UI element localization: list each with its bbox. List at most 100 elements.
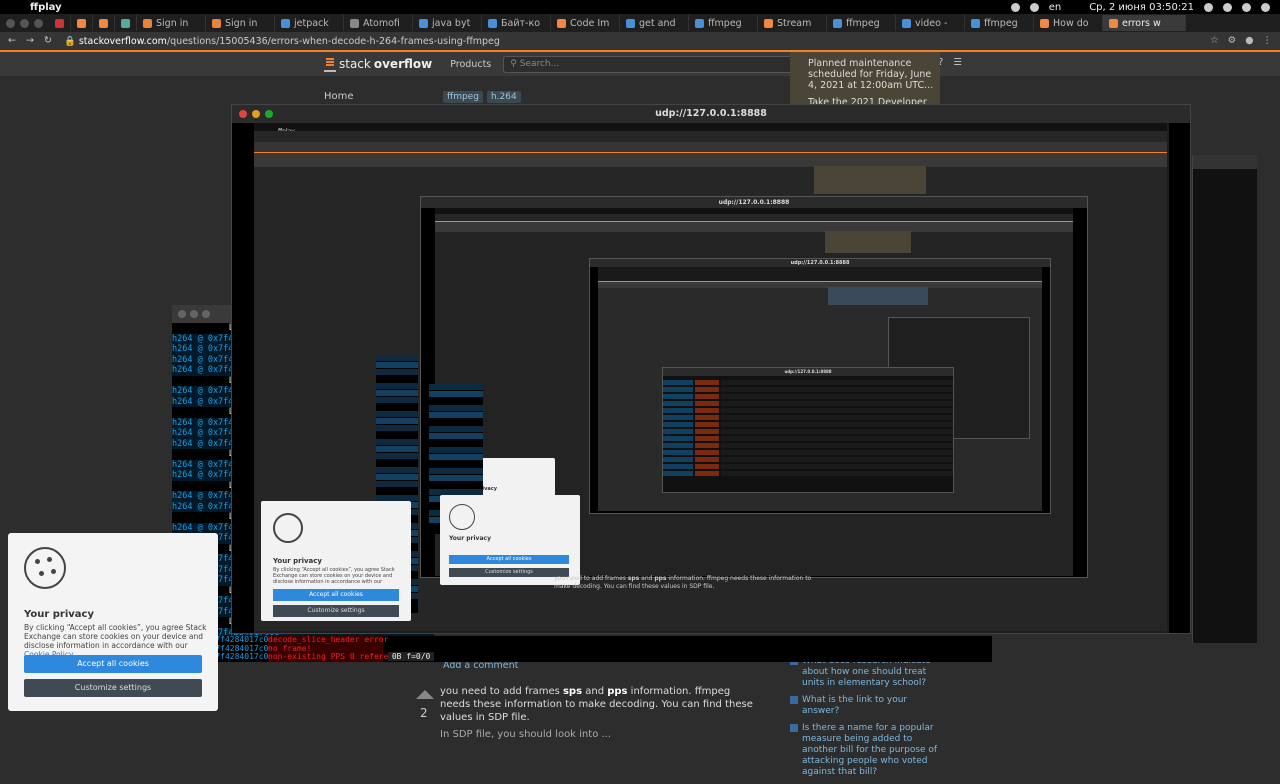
power-icon[interactable] [1261,2,1270,12]
customize-settings-button[interactable]: Customize settings [24,679,202,697]
upvote-arrow-icon[interactable] [416,690,434,699]
browser-tab[interactable]: jetpack [275,15,344,31]
favicon-icon [419,18,428,28]
nested-terminal-line [376,376,418,382]
nested-terminal-line [429,475,483,481]
minimize-window-button[interactable] [20,18,29,28]
browser-tab[interactable]: ffmpeg [827,15,896,31]
favicon-icon [143,18,152,28]
favicon-icon [626,18,635,28]
clock[interactable]: Ср, 2 июня 03:50:21 [1089,2,1194,13]
pinned-tab[interactable] [115,15,137,31]
background-window [1192,155,1257,643]
hot-question-link[interactable]: Is there a name for a popular measure be… [790,723,940,778]
browser-tab[interactable]: Atomofi [344,15,413,31]
nested-terminal-line [376,488,418,494]
products-menu[interactable]: Products [450,59,491,70]
browser-tab[interactable]: ffmpeg [965,15,1034,31]
browser-tab[interactable]: Stream [758,15,827,31]
browser-tab[interactable]: How do [1034,15,1103,31]
profile-icon[interactable]: ● [1245,35,1253,46]
bookmark-star-icon[interactable]: ☆ [1210,35,1219,46]
nested-terminal-line [663,394,953,399]
pinned-tab[interactable] [71,15,93,31]
tray-app-icon[interactable] [1029,2,1039,12]
nested-terminal-line [376,425,418,431]
stackoverflow-logo[interactable]: stack overflow [324,56,432,72]
site-switcher-icon[interactable]: ☰ [953,57,962,68]
browser-tab-strip: Sign in Sign in jetpack Atomofi java byt Байт… [0,14,1280,32]
favicon-icon [488,18,497,28]
nested-terminal-line [376,397,418,403]
hot-question-link[interactable]: What is the link to your answer? [790,695,940,717]
cookie-consent-banner: Your privacy By clicking “Accept all coo… [8,533,218,711]
tab-label: How do [1053,17,1089,29]
question-tag[interactable]: h.264 [486,91,521,103]
browser-tab[interactable]: get and [620,15,689,31]
favicon-icon [281,18,290,28]
stack-logo-icon [324,56,336,72]
maximize-window-button[interactable] [265,110,273,118]
browser-tab[interactable]: ffmpeg [689,15,758,31]
nested-terminal-line [376,390,418,396]
network-icon[interactable] [1223,2,1232,12]
browser-tab[interactable]: video - [896,15,965,31]
forward-arrow-icon[interactable]: → [24,35,36,47]
question-tag[interactable]: ffmpeg [443,91,483,103]
question-tags: ffmpeg h.264 [443,91,521,103]
nested-terminal-line [663,429,953,434]
extension-icon[interactable]: ⚙ [1228,35,1237,46]
favicon-icon [764,18,773,28]
minimize-window-button[interactable] [190,310,198,318]
menu-dots-icon[interactable]: ⋮ [1263,35,1273,46]
tab-label: errors w [1122,17,1161,29]
favicon-icon [1040,18,1049,28]
reload-icon[interactable]: ↻ [42,35,54,47]
nested-ffplay-window: udp://127.0.0.1:8888 [662,367,954,493]
back-arrow-icon[interactable]: ← [6,35,18,47]
maximize-window-button[interactable] [202,310,210,318]
featured-on-meta: Planned maintenance scheduled for Friday… [790,52,940,119]
keyboard-layout[interactable]: en [1049,2,1062,13]
nested-terminal-line [663,436,953,441]
favicon-icon [902,18,911,28]
browser-tab[interactable]: errors w [1103,15,1186,31]
nested-terminal-line [663,415,953,420]
close-window-button[interactable] [6,18,15,28]
browser-toolbar-icons: ☆ ⚙ ● ⋮ [1210,35,1272,46]
night-mode-icon[interactable] [1204,2,1213,12]
cookie-title: Your privacy [24,609,94,620]
pinned-tab[interactable] [49,15,71,31]
close-window-button[interactable] [239,110,247,118]
tab-label: Байт-ко [501,17,541,29]
favicon-icon [99,18,108,28]
video-frame[interactable]: ffplay udp://127.0.0.1:8888 udp://127.0.… [254,123,1169,633]
terminal-error-output: h264 @ 0x7f4284017c00decode_slice_header… [172,635,992,662]
nested-terminal-line [376,355,418,361]
nested-terminal-line [663,380,953,385]
pinned-tab[interactable] [93,15,115,31]
favicon-icon [833,18,842,28]
nested-terminal-line [429,391,483,397]
nested-ffplay-window: udp://127.0.0.1:8888 udp://127.0.0.1:888… [589,258,1051,514]
vote-count: 2 [420,706,428,720]
browser-tab[interactable]: Байт-ко [482,15,551,31]
browser-tab[interactable]: Code Im [551,15,620,31]
browser-tab[interactable]: Sign in [206,15,275,31]
blog-item[interactable]: Planned maintenance scheduled for Friday… [800,58,934,91]
nav-home[interactable]: Home [324,91,354,102]
maximize-window-button[interactable] [34,18,43,28]
accept-cookies-button[interactable]: Accept all cookies [24,655,202,673]
close-window-button[interactable] [178,310,186,318]
minimize-window-button[interactable] [252,110,260,118]
tray-app-icon[interactable] [1010,2,1020,12]
system-top-bar: ffplay en Ср, 2 июня 03:50:21 [0,0,1280,14]
tab-label: java byt [432,17,471,29]
url-field[interactable]: 🔒 stackoverflow.com/questions/15005436/e… [64,36,500,47]
browser-tab[interactable]: java byt [413,15,482,31]
browser-tab[interactable]: Sign in [137,15,206,31]
nested-terminal-line [429,419,483,425]
nested-terminal-line [663,401,953,406]
window-controls [6,18,43,28]
volume-icon[interactable] [1242,2,1251,12]
